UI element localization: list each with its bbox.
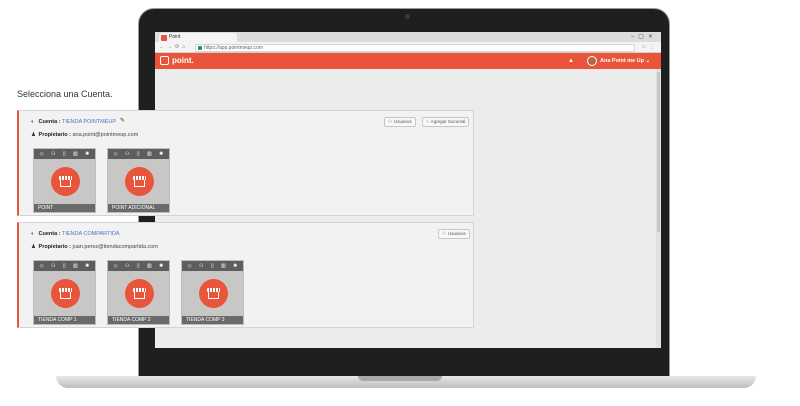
tag-icon[interactable]: ◇ [188,261,192,271]
users-button-label: Usuarios [394,119,412,124]
avatar[interactable] [587,56,597,66]
account-label: Cuenta : [38,231,61,237]
account-icon: ◐ [31,119,35,125]
gear-icon[interactable]: ✺ [159,261,163,271]
store-tile[interactable]: ◇ ⚇ ▯ ▥ ✺ POINT ADICIONAL [107,148,170,213]
browser-tab-strip: Point –▢✕ [155,32,661,42]
store-name: TIENDA COMP 2 [108,316,169,324]
storefront-icon [51,167,80,196]
store-toolbar: ◇ ⚇ ▯ ▥ ✺ [34,149,95,159]
owner-email: juan.perez@tiendacompartida.com [72,244,158,250]
store-toolbar: ◇ ⚇ ▯ ▥ ✺ [182,261,243,271]
store-tile[interactable]: ◇ ⚇ ▯ ▥ ✺ TIENDA COMP 2 [107,260,170,325]
gear-icon[interactable]: ✺ [159,149,163,159]
storefront-icon [125,279,154,308]
logo-text: point. [172,56,194,65]
owner-row: ♟ Propietario : juan.perez@tiendacompart… [31,244,158,250]
owner-label: Propietario : [38,244,71,250]
barcode-icon[interactable]: ▥ [147,261,152,271]
user-menu[interactable]: Ana Point me Up ⌄ [600,58,650,64]
bell-icon[interactable]: ▲ [568,58,574,64]
tag-icon[interactable]: ◇ [114,149,118,159]
chevron-down-icon: ⌄ [645,58,651,64]
webcam [405,14,410,19]
storefront-icon [51,279,80,308]
tag-icon[interactable]: ◇ [40,261,44,271]
store-toolbar: ◇ ⚇ ▯ ▥ ✺ [108,149,169,159]
store-tile[interactable]: ◇ ⚇ ▯ ▥ ✺ POINT [33,148,96,213]
plus-icon: + [426,119,429,124]
users-icon: ⚇ [388,119,393,124]
gear-icon[interactable]: ✺ [233,261,237,271]
store-name: POINT [34,204,95,212]
url-text: https://app.pointmeup.com [204,44,263,51]
store-name: TIENDA COMP 1 [34,316,95,324]
document-icon[interactable]: ▯ [137,149,140,159]
user-icon: ♟ [31,244,36,250]
account-name-row: ◐ Cuenta : TIENDA POINTMEUP [31,119,116,125]
users-icon[interactable]: ⚇ [51,261,55,271]
user-name: Ana Point me Up [600,58,645,64]
store-toolbar: ◇ ⚇ ▯ ▥ ✺ [108,261,169,271]
gear-icon[interactable]: ✺ [85,261,89,271]
browser-menu-icons[interactable]: ☆⋮ [642,44,657,50]
barcode-icon[interactable]: ▥ [73,149,78,159]
account-card: ◐ Cuenta : TIENDA POINTMEUP ✎ ♟ Propieta… [17,110,474,216]
store-toolbar: ◇ ⚇ ▯ ▥ ✺ [34,261,95,271]
tag-icon[interactable]: ◇ [40,149,44,159]
owner-row: ♟ Propietario : ana.point@pointmeup.com [31,132,138,138]
users-button[interactable]: ⚇ Usuarios [384,117,416,127]
address-bar[interactable]: https://app.pointmeup.com [195,43,635,52]
barcode-icon[interactable]: ▥ [73,261,78,271]
tag-icon[interactable]: ◇ [114,261,118,271]
storefront-icon [125,167,154,196]
document-icon[interactable]: ▯ [63,261,66,271]
storefront-icon [199,279,228,308]
account-label: Cuenta : [38,119,61,125]
favicon-icon [161,34,167,41]
store-name: POINT ADICIONAL [108,204,169,212]
add-branch-button[interactable]: + Agregar Sucursal [422,117,470,127]
browser-tab[interactable]: Point [159,33,237,42]
store-tile[interactable]: ◇ ⚇ ▯ ▥ ✺ TIENDA COMP 3 [181,260,244,325]
account-name-link[interactable]: TIENDA POINTMEUP [62,119,116,125]
document-icon[interactable]: ▯ [63,149,66,159]
users-icon[interactable]: ⚇ [199,261,203,271]
user-icon: ♟ [31,132,36,138]
document-icon[interactable]: ▯ [211,261,214,271]
nav-buttons[interactable]: ←→⟳⌂ [159,44,188,50]
owner-email: ana.point@pointmeup.com [72,132,139,138]
browser-toolbar: ←→⟳⌂ https://app.pointmeup.com ☆⋮ [155,42,661,53]
logo-icon [160,56,169,65]
users-icon[interactable]: ⚇ [125,261,129,271]
gear-icon[interactable]: ✺ [85,149,89,159]
users-icon: ⚇ [442,231,447,236]
add-branch-label: Agregar Sucursal [430,119,466,124]
window-controls[interactable]: –▢✕ [631,33,657,40]
users-button-label: Usuarios [448,231,466,236]
users-icon[interactable]: ⚇ [51,149,55,159]
store-name: TIENDA COMP 3 [182,316,243,324]
owner-label: Propietario : [38,132,71,138]
account-icon: ◐ [31,231,35,237]
account-name-link[interactable]: TIENDA COMPARTIDA [62,231,120,237]
document-icon[interactable]: ▯ [137,261,140,271]
store-tile[interactable]: ◇ ⚇ ▯ ▥ ✺ TIENDA COMP 1 [33,260,96,325]
barcode-icon[interactable]: ▥ [147,149,152,159]
laptop-notch [358,376,442,381]
users-icon[interactable]: ⚇ [125,149,129,159]
lock-icon [198,45,202,50]
scrollbar-thumb[interactable] [657,72,660,232]
account-card: ◐ Cuenta : TIENDA COMPARTIDA ♟ Propietar… [17,222,474,328]
page-title: Selecciona una Cuenta. [17,89,113,99]
tab-title: Point [169,34,181,40]
account-name-row: ◐ Cuenta : TIENDA COMPARTIDA [31,231,120,237]
edit-icon[interactable]: ✎ [120,117,125,124]
barcode-icon[interactable]: ▥ [221,261,226,271]
users-button[interactable]: ⚇ Usuarios [438,229,470,239]
app-header: point. ▲ Ana Point me Up ⌄ [155,53,661,69]
